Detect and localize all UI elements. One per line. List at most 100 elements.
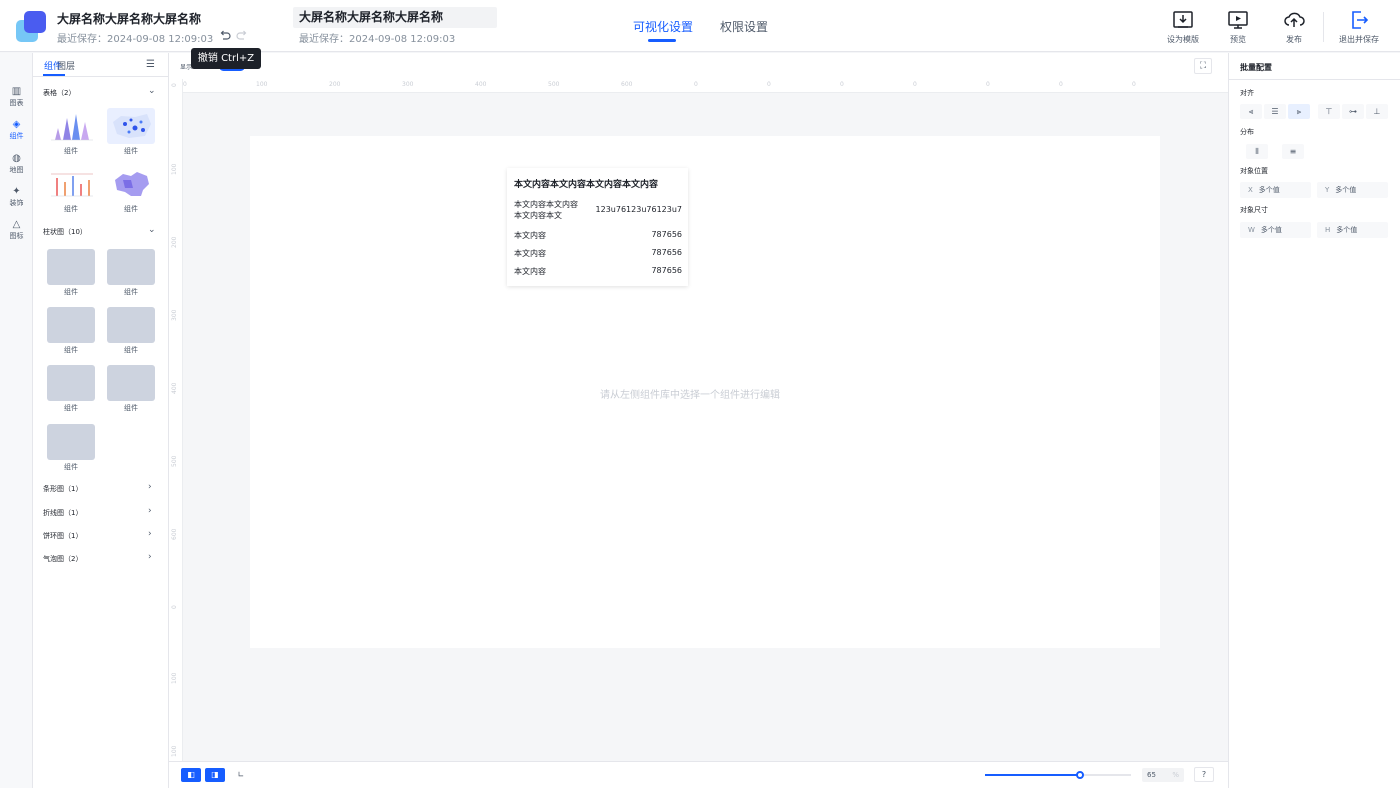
category-component[interactable]: ◈ 组件 — [0, 119, 33, 149]
cloud-upload-icon — [1283, 9, 1305, 31]
help-icon[interactable]: ? — [1194, 767, 1214, 782]
component-label: 组件 — [124, 147, 138, 155]
component-label: 组件 — [124, 205, 138, 213]
fullscreen-icon[interactable]: ⛶ — [1194, 58, 1212, 74]
component-label: 组件 — [64, 346, 78, 354]
project-title: 大屏名称大屏名称大屏名称 — [57, 12, 202, 26]
component-thumb[interactable] — [107, 365, 155, 401]
left-tabs-divider — [33, 76, 169, 77]
align-label: 对齐 — [1240, 89, 1254, 97]
position-label: 对象位置 — [1240, 167, 1268, 175]
component-thumb[interactable] — [47, 424, 95, 460]
component-label: 组件 — [124, 346, 138, 354]
row-label: 本文内容本文 — [514, 211, 562, 220]
tab-visual-settings[interactable]: 可视化设置 — [633, 18, 693, 35]
row-value: 787656 — [651, 248, 682, 257]
component-label: 组件 — [124, 288, 138, 296]
distribute-horizontal-icon[interactable]: ⦀ — [1246, 144, 1268, 159]
shapes-icon: △ — [12, 219, 21, 230]
row-value: 123u76123u76123u7 — [595, 205, 682, 214]
publish-button[interactable]: 发布 — [1269, 9, 1319, 47]
toolbar-divider — [1323, 12, 1324, 42]
group-bubble-chart-header[interactable]: 气泡图（2） — [43, 554, 82, 564]
group-line-chart-header[interactable]: 折线图（1） — [43, 508, 82, 518]
chevron-down-icon[interactable]: ⌄ — [148, 86, 156, 96]
canvas-placeholder-text: 请从左侧组件库中选择一个组件进行编辑 — [600, 390, 780, 401]
component-thumb[interactable] — [47, 365, 95, 401]
chevron-down-icon[interactable]: ⌄ — [148, 225, 156, 235]
card-title: 本文内容本文内容本文内容本文内容 — [514, 180, 659, 190]
align-bottom-icon[interactable]: ⊥ — [1366, 104, 1388, 119]
sparkle-icon: ✦ — [12, 186, 21, 197]
globe-icon: ◍ — [12, 153, 21, 164]
category-icon-bar: ▥ 图表 ◈ 组件 ◍ 地图 ✦ 装饰 △ 图标 — [0, 53, 33, 788]
row-label: 本文内容 — [514, 267, 546, 276]
component-thumb[interactable] — [107, 249, 155, 285]
align-middle-v-icon[interactable]: ⊶ — [1342, 104, 1364, 119]
left-panel-toggle-icon[interactable]: ◨ — [205, 768, 225, 782]
size-height-field[interactable]: H 多个值 — [1317, 222, 1388, 238]
ruler-horizontal[interactable]: 0 100 200 300 400 500 600 0 0 0 0 0 0 0 — [183, 79, 1228, 93]
group-table-header[interactable]: 表格（2） — [43, 88, 75, 98]
exit-and-save-button[interactable]: 退出并保存 — [1334, 9, 1384, 47]
align-center-h-icon[interactable]: ☰ — [1264, 104, 1286, 119]
component-label: 组件 — [64, 288, 78, 296]
download-tray-icon — [1172, 9, 1194, 31]
component-thumb-scatter-map[interactable] — [107, 108, 155, 144]
position-y-field[interactable]: Y 多个值 — [1317, 182, 1388, 198]
component-thumb-cone-chart[interactable] — [47, 108, 95, 144]
chevron-right-icon[interactable]: › — [148, 552, 152, 562]
exit-save-icon — [1348, 9, 1370, 31]
undo-icon[interactable] — [219, 29, 231, 41]
monitor-play-icon — [1227, 9, 1249, 31]
tab-layers[interactable]: 图层 — [57, 59, 75, 72]
active-tab-indicator — [648, 39, 676, 42]
component-label: 组件 — [64, 463, 78, 471]
component-thumb-bar-table[interactable] — [47, 166, 95, 202]
distribute-vertical-icon[interactable]: ≡ — [1282, 144, 1304, 159]
panel-divider — [1229, 79, 1400, 80]
collapse-panel-icon[interactable]: ☰ — [146, 59, 155, 70]
size-width-field[interactable]: W 多个值 — [1240, 222, 1311, 238]
component-label: 组件 — [124, 404, 138, 412]
component-label: 组件 — [64, 205, 78, 213]
chevron-right-icon[interactable]: › — [148, 482, 152, 492]
align-left-icon[interactable]: ⫷ — [1240, 104, 1262, 119]
component-thumb[interactable] — [47, 307, 95, 343]
category-map[interactable]: ◍ 地图 — [0, 153, 33, 183]
tab-permission-settings[interactable]: 权限设置 — [720, 18, 768, 35]
table-component-card[interactable]: 本文内容本文内容本文内容本文内容 本文内容本文内容 本文内容本文 123u761… — [507, 168, 688, 286]
component-thumb-region-map[interactable] — [107, 166, 155, 202]
chevron-right-icon[interactable]: › — [148, 506, 152, 516]
row-label: 本文内容 — [514, 231, 546, 240]
zoom-slider-fill — [985, 774, 1080, 776]
chevron-right-icon[interactable]: › — [148, 529, 152, 539]
canvas-bottom-bar: ◧ ◨ ∟ 65 % ? — [169, 761, 1228, 788]
ruler-vertical[interactable]: 0 100 200 300 400 500 600 0 100 100 — [169, 79, 183, 761]
category-decoration[interactable]: ✦ 装饰 — [0, 186, 33, 216]
group-pie-chart-header[interactable]: 饼环图（1） — [43, 531, 82, 541]
top-bar: 大屏名称大屏名称大屏名称 最近保存：2024-09-08 12:09:03 大屏… — [0, 0, 1400, 52]
screen-title-input[interactable]: 大屏名称大屏名称大屏名称 — [293, 7, 497, 28]
category-chart[interactable]: ▥ 图表 — [0, 86, 33, 116]
zoom-input[interactable]: 65 % — [1142, 768, 1184, 782]
align-top-icon[interactable]: ⊤ — [1318, 104, 1340, 119]
category-icon[interactable]: △ 图标 — [0, 219, 33, 249]
align-right-icon[interactable]: ⫸ — [1288, 104, 1310, 119]
set-as-template-button[interactable]: 设为模版 — [1158, 9, 1208, 47]
group-horizontal-bar-header[interactable]: 条形图（1） — [43, 484, 82, 494]
ruler-toggle-icon[interactable]: ∟ — [231, 768, 251, 782]
zoom-slider[interactable] — [985, 771, 1131, 779]
canvas-header: 显示 ⛶ — [169, 53, 1228, 79]
zoom-slider-handle[interactable] — [1076, 771, 1084, 779]
position-x-field[interactable]: X 多个值 — [1240, 182, 1311, 198]
component-thumb[interactable] — [47, 249, 95, 285]
panel-title: 批量配置 — [1240, 63, 1272, 72]
preview-button[interactable]: 预览 — [1213, 9, 1263, 47]
undo-tooltip: 撤销 Ctrl+Z — [191, 48, 261, 69]
component-thumb[interactable] — [107, 307, 155, 343]
group-bar-chart-header[interactable]: 柱状图（10） — [43, 227, 87, 237]
right-panel-toggle-icon[interactable]: ◧ — [181, 768, 201, 782]
redo-icon[interactable] — [236, 29, 248, 41]
row-label: 本文内容 — [514, 249, 546, 258]
